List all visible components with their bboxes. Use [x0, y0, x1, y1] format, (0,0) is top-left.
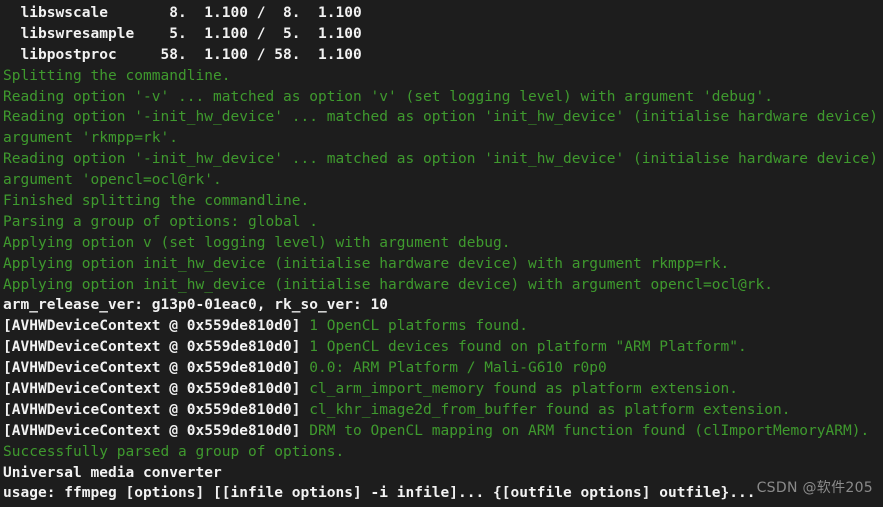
terminal-line: [AVHWDeviceContext @ 0x559de810d0] 1 Ope…	[0, 316, 883, 337]
terminal-line-text: libswscale 8. 1.100 / 8. 1.100	[3, 5, 362, 21]
log-message: 1 OpenCL platforms found.	[309, 318, 528, 335]
log-message: DRM to OpenCL mapping on ARM function fo…	[309, 422, 870, 439]
terminal-line-text: Reading option '-v' ... matched as optio…	[3, 88, 773, 105]
terminal-line-text: Applying option v (set logging level) wi…	[3, 234, 511, 251]
terminal-line-text: Applying option init_hw_device (initiali…	[3, 255, 730, 272]
terminal-line-text: Universal media converter	[3, 464, 222, 481]
terminal-line: Universal media converter	[0, 463, 883, 484]
terminal-line-text: libswresample 5. 1.100 / 5. 1.100	[3, 25, 362, 42]
terminal-line: [AVHWDeviceContext @ 0x559de810d0] DRM t…	[0, 421, 883, 442]
terminal-line-text: usage: ffmpeg [options] [[infile options…	[3, 485, 756, 502]
terminal-line-text: libpostproc 58. 1.100 / 58. 1.100	[3, 46, 362, 63]
terminal-line: [AVHWDeviceContext @ 0x559de810d0] cl_kh…	[0, 400, 883, 421]
terminal-line: argument 'opencl=ocl@rk'.	[0, 170, 883, 191]
terminal-line-text: Finished splitting the commandline.	[3, 193, 310, 210]
log-context-prefix: [AVHWDeviceContext @ 0x559de810d0]	[3, 422, 310, 439]
terminal-line-text: arm_release_ver: g13p0-01eac0, rk_so_ver…	[3, 297, 388, 314]
terminal-line-text: argument 'opencl=ocl@rk'.	[3, 172, 222, 189]
terminal-line-text: Successfully parsed a group of options.	[3, 443, 345, 460]
terminal-line: Reading option '-init_hw_device' ... mat…	[0, 149, 883, 170]
terminal-line-list: libswscale 8. 1.100 / 8. 1.100 libswresa…	[0, 3, 883, 504]
terminal-line: Reading option '-init_hw_device' ... mat…	[0, 107, 883, 128]
log-message: 1 OpenCL devices found on platform "ARM …	[309, 339, 747, 356]
terminal-line: Applying option v (set logging level) wi…	[0, 233, 883, 254]
terminal-line: Successfully parsed a group of options.	[0, 442, 883, 463]
terminal-line-text: Reading option '-init_hw_device' ... mat…	[3, 151, 883, 168]
terminal-line: libswscale 8. 1.100 / 8. 1.100	[0, 3, 883, 24]
terminal-line: Applying option init_hw_device (initiali…	[0, 275, 883, 296]
log-message: cl_arm_import_memory found as platform e…	[309, 381, 738, 398]
log-context-prefix: [AVHWDeviceContext @ 0x559de810d0]	[3, 401, 310, 418]
terminal-line: Reading option '-v' ... matched as optio…	[0, 87, 883, 108]
log-message: cl_khr_image2d_from_buffer found as plat…	[309, 401, 791, 418]
terminal-line: Splitting the commandline.	[0, 66, 883, 87]
terminal-line: Finished splitting the commandline.	[0, 191, 883, 212]
terminal-line: [AVHWDeviceContext @ 0x559de810d0] 1 Ope…	[0, 337, 883, 358]
terminal-line: libpostproc 58. 1.100 / 58. 1.100	[0, 45, 883, 66]
terminal-line-text: Reading option '-init_hw_device' ... mat…	[3, 109, 883, 126]
log-context-prefix: [AVHWDeviceContext @ 0x559de810d0]	[3, 318, 310, 335]
terminal-line: [AVHWDeviceContext @ 0x559de810d0] cl_ar…	[0, 379, 883, 400]
terminal-line-text: Parsing a group of options: global .	[3, 213, 318, 230]
log-context-prefix: [AVHWDeviceContext @ 0x559de810d0]	[3, 381, 310, 398]
terminal-line: arm_release_ver: g13p0-01eac0, rk_so_ver…	[0, 295, 883, 316]
terminal-line-text: Splitting the commandline.	[3, 67, 231, 84]
terminal-line-text: argument 'rkmpp=rk'.	[3, 130, 178, 147]
terminal-output[interactable]: libswscale 8. 1.100 / 8. 1.100 libswresa…	[0, 0, 883, 507]
terminal-line-text: Applying option init_hw_device (initiali…	[3, 276, 773, 293]
terminal-line: Parsing a group of options: global .	[0, 212, 883, 233]
terminal-line: argument 'rkmpp=rk'.	[0, 128, 883, 149]
terminal-line: usage: ffmpeg [options] [[infile options…	[0, 483, 883, 504]
terminal-line: Applying option init_hw_device (initiali…	[0, 254, 883, 275]
log-context-prefix: [AVHWDeviceContext @ 0x559de810d0]	[3, 339, 310, 356]
log-context-prefix: [AVHWDeviceContext @ 0x559de810d0]	[3, 360, 310, 377]
terminal-line: libswresample 5. 1.100 / 5. 1.100	[0, 24, 883, 45]
terminal-line: [AVHWDeviceContext @ 0x559de810d0] 0.0: …	[0, 358, 883, 379]
log-message: 0.0: ARM Platform / Mali-G610 r0p0	[309, 360, 607, 377]
